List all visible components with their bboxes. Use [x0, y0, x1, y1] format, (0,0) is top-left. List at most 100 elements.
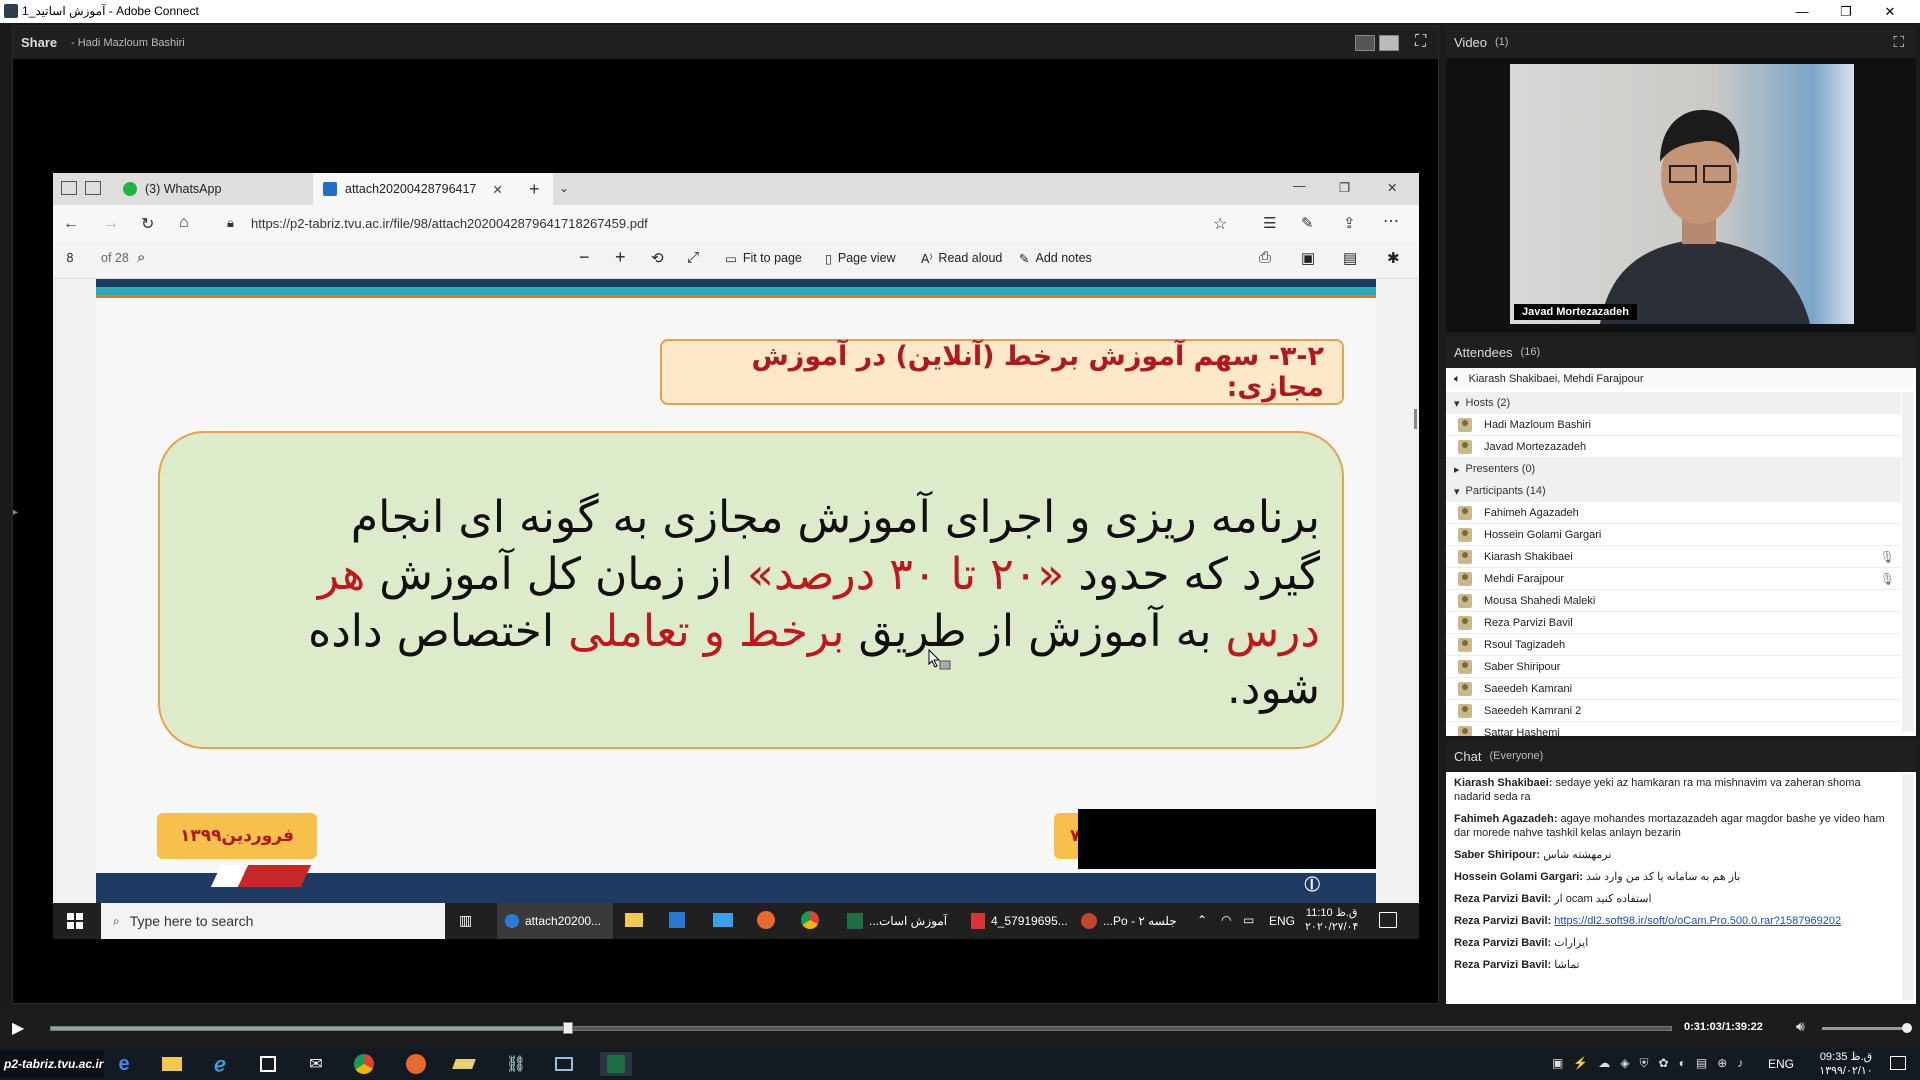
back-icon[interactable]: ←	[63, 215, 79, 233]
participant-row[interactable]: Saeedeh Kamrani	[1446, 678, 1901, 700]
web-note-icon[interactable]: ✎	[1301, 214, 1314, 232]
taskbar-search[interactable]: ⌕ Type here to search	[101, 903, 445, 939]
taskbar-item-pdf[interactable]: 4_57919695...	[967, 903, 1071, 939]
host-row[interactable]: Javad Mortezazadeh	[1446, 436, 1901, 458]
share-icon[interactable]: ⇪	[1343, 214, 1356, 232]
zoom-out-icon[interactable]: −	[579, 247, 590, 268]
remote-desktop-icon[interactable]	[552, 1052, 576, 1076]
tab-list-chevron-icon[interactable]: ⌄	[559, 181, 569, 195]
file-explorer-icon[interactable]	[625, 913, 643, 927]
participant-row[interactable]: Fahimeh Agazadeh	[1446, 502, 1901, 524]
action-center-icon[interactable]	[1379, 912, 1397, 928]
browser-close-button[interactable]: ✕	[1387, 180, 1397, 195]
battery-icon[interactable]: ▭	[1243, 913, 1254, 927]
network-tool-icon[interactable]: ⛓	[504, 1052, 528, 1076]
more-menu-icon[interactable]: ⋯	[1383, 211, 1399, 231]
taskbar-item-edge[interactable]: attach20200...	[497, 903, 613, 939]
notifications-icon[interactable]	[1890, 1056, 1906, 1070]
participant-row[interactable]: Sattar Hashemi	[1446, 722, 1901, 736]
playback-track[interactable]	[50, 1022, 1672, 1034]
save-icon[interactable]: ▣	[1301, 249, 1315, 267]
rotate-icon[interactable]: ⟲	[651, 249, 664, 267]
page-view-button[interactable]: ▯ Page view	[825, 251, 896, 266]
participant-row[interactable]: Reza Parvizi Bavil	[1446, 612, 1901, 634]
maximize-button[interactable]: ❐	[1824, 0, 1868, 23]
minimize-button[interactable]: —	[1780, 0, 1824, 23]
host-row[interactable]: Hadi Mazloum Bashiri	[1446, 414, 1901, 436]
taskbar-item-powerpoint[interactable]: جلسه ۲ - Po...	[1077, 903, 1185, 939]
page-number-input[interactable]: 8	[61, 251, 79, 265]
read-aloud-button[interactable]: A⁾ Read aloud	[921, 251, 1002, 266]
wifi-icon[interactable]: ◠	[1221, 913, 1231, 927]
browser-restore-button[interactable]: ❐	[1339, 180, 1350, 195]
favorites-icon[interactable]: ☰	[1263, 214, 1276, 232]
pin-toolbar-icon[interactable]: ✱	[1387, 249, 1400, 267]
tab-attach[interactable]: attach20200428796417 ✕	[313, 173, 553, 205]
home-icon[interactable]: ⌂	[179, 214, 189, 232]
firefox-taskbar-icon[interactable]	[404, 1052, 428, 1076]
volume-slider[interactable]	[1822, 1023, 1912, 1033]
system-tray[interactable]: ▣ ⚡ ☁ ◈ ⛨ ✿ ◐ ▤ ⊕ ♪	[1552, 1056, 1752, 1072]
layout-normal-icon[interactable]	[1355, 35, 1375, 51]
layout-wide-icon[interactable]	[1379, 35, 1399, 51]
firefox-icon[interactable]	[757, 911, 775, 929]
fullscreen-icon[interactable]: ⛶	[1415, 33, 1426, 51]
participant-row[interactable]: Mousa Shahedi Maleki	[1446, 590, 1901, 612]
participants-group[interactable]: ▾ Participants (14)	[1446, 480, 1901, 502]
task-view-icon[interactable]: ▥	[459, 912, 472, 929]
search-icon[interactable]: ⌕	[137, 249, 145, 266]
participant-row[interactable]: Rsoul Tagizadeh	[1446, 634, 1901, 656]
fit-to-page-button[interactable]: ▭ Fit to page	[725, 251, 802, 266]
chrome-taskbar-icon[interactable]	[352, 1052, 376, 1076]
participant-row[interactable]: Mehdi Farajpour 🎙︎	[1446, 568, 1901, 590]
playback-scrubber[interactable]	[562, 1022, 573, 1034]
folder-icon[interactable]	[160, 1052, 184, 1076]
ie-edge-icon[interactable]: e	[112, 1052, 136, 1076]
taskbar-clock[interactable]: 11:10 ق.ظ ۲۰۲۰/۲۷/۰۴	[1305, 906, 1358, 934]
left-collapse-arrow-icon[interactable]: ▸	[13, 507, 18, 525]
add-notes-button[interactable]: ✎ Add notes	[1019, 251, 1092, 266]
chat-scrollbar[interactable]	[1902, 774, 1914, 1000]
internet-explorer-icon[interactable]: ℯ	[208, 1052, 232, 1076]
taskbar-lang[interactable]: ENG	[1269, 914, 1295, 928]
tray-chevron-icon[interactable]: ⌃	[1197, 913, 1207, 927]
video-fullscreen-icon[interactable]: ⛶	[1893, 34, 1904, 51]
play-icon[interactable]: ▶	[12, 1018, 24, 1038]
set-aside-tabs-icon[interactable]	[85, 181, 101, 195]
print-icon[interactable]: ⎙	[1259, 249, 1271, 266]
store-icon[interactable]	[669, 912, 685, 928]
volume-icon[interactable]: 🔊︎	[1796, 1018, 1805, 1035]
mail-icon[interactable]	[713, 913, 733, 927]
windows-start-icon[interactable]	[67, 913, 83, 929]
participant-row[interactable]: Kiarash Shakibaei 🎙︎	[1446, 546, 1901, 568]
refresh-icon[interactable]: ↻	[141, 214, 154, 234]
os-lang[interactable]: ENG	[1768, 1057, 1794, 1071]
hosts-group[interactable]: ▾ Hosts (2)	[1446, 392, 1901, 414]
app-icon-1[interactable]	[452, 1052, 476, 1076]
pdf-scrollbar-thumb[interactable]	[1414, 409, 1417, 429]
url-field[interactable]: https://p2-tabriz.tvu.ac.ir/file/98/atta…	[251, 216, 648, 231]
browser-minimize-button[interactable]: —	[1293, 179, 1306, 193]
zoom-in-icon[interactable]: +	[615, 247, 626, 268]
store-bag-icon[interactable]	[256, 1052, 280, 1076]
attendees-scrollbar[interactable]	[1902, 392, 1914, 732]
new-tab-icon[interactable]: +	[529, 179, 540, 200]
presenters-group[interactable]: ▸ Presenters (0)	[1446, 458, 1901, 480]
volume-knob[interactable]	[1902, 1023, 1912, 1033]
excel-taskbar-icon[interactable]	[600, 1052, 632, 1076]
save-as-icon[interactable]: ▤	[1343, 249, 1357, 267]
chrome-icon[interactable]	[801, 911, 819, 929]
forward-icon[interactable]: →	[103, 215, 119, 233]
fit-width-icon[interactable]: ⤢	[687, 249, 699, 266]
participant-row[interactable]: Saber Shiripour	[1446, 656, 1901, 678]
tab-actions-icon[interactable]	[61, 181, 77, 195]
participant-row[interactable]: Hossein Golami Gargari	[1446, 524, 1901, 546]
close-tab-icon[interactable]: ✕	[492, 182, 502, 197]
chat-link[interactable]: https://dl2.soft98.ir/soft/o/oCam.Pro.50…	[1554, 915, 1841, 927]
taskbar-item-excel[interactable]: آموزش اسات...	[843, 903, 959, 939]
favorite-star-icon[interactable]: ☆	[1213, 214, 1227, 234]
close-button[interactable]: ✕	[1868, 0, 1912, 23]
os-clock[interactable]: 09:35 ق.ظ ۱۳۹۹/۰۲/۱۰	[1806, 1050, 1886, 1078]
participant-row[interactable]: Saeedeh Kamrani 2	[1446, 700, 1901, 722]
mail-envelope-icon[interactable]: ✉	[304, 1052, 328, 1076]
